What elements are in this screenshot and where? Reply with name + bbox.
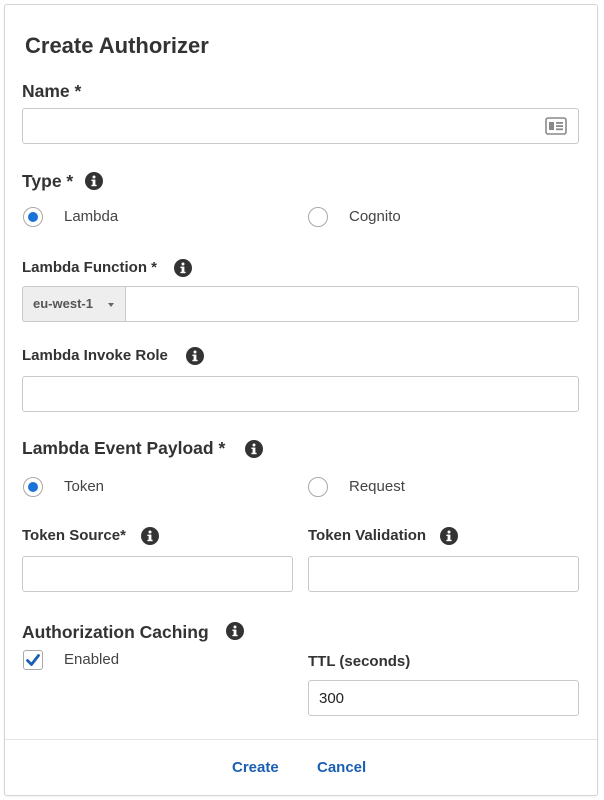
name-input[interactable] [22,108,579,144]
type-info-icon[interactable] [85,172,103,190]
caching-enabled-label[interactable]: Enabled [64,651,119,668]
ttl-input[interactable] [308,680,579,716]
token-validation-input[interactable] [308,556,579,592]
name-label: Name * [22,81,82,101]
type-cognito-radio[interactable] [308,207,328,227]
event-payload-label: Lambda Event Payload * [22,438,226,458]
token-validation-info-icon[interactable] [440,527,458,545]
region-select-value: eu-west-1 [33,296,93,311]
token-source-label: Token Source* [22,527,126,544]
ttl-label: TTL (seconds) [308,653,411,670]
dialog-title: Create Authorizer [25,33,209,58]
payload-request-label[interactable]: Request [349,478,405,495]
caching-enabled-checkbox[interactable] [23,650,43,670]
create-button[interactable]: Create [232,759,279,776]
lambda-invoke-role-label: Lambda Invoke Role [22,347,168,364]
authorization-caching-info-icon[interactable] [226,622,244,640]
cancel-button[interactable]: Cancel [317,759,366,776]
chevron-down-icon [108,303,114,307]
payload-request-radio[interactable] [308,477,328,497]
token-source-info-icon[interactable] [141,527,159,545]
authorization-caching-label: Authorization Caching [22,622,209,642]
lambda-function-input[interactable] [125,286,579,322]
type-lambda-radio[interactable] [23,207,43,227]
lambda-invoke-role-input[interactable] [22,376,579,412]
payload-token-radio[interactable] [23,477,43,497]
type-lambda-label[interactable]: Lambda [64,208,118,225]
create-authorizer-dialog: Create Authorizer Name * Type * Lambda C… [4,4,598,796]
token-validation-label: Token Validation [308,527,427,544]
region-select[interactable]: eu-west-1 [22,286,126,322]
event-payload-info-icon[interactable] [245,440,263,458]
checkmark-icon [26,654,40,666]
token-source-input[interactable] [22,556,293,592]
type-cognito-label[interactable]: Cognito [349,208,401,225]
lambda-invoke-role-info-icon[interactable] [186,347,204,365]
footer-divider [5,739,597,740]
type-label: Type * [22,171,74,191]
lambda-function-label: Lambda Function * [22,259,157,276]
lambda-function-info-icon[interactable] [174,259,192,277]
payload-token-label[interactable]: Token [64,478,104,495]
contact-card-icon[interactable] [545,117,567,135]
